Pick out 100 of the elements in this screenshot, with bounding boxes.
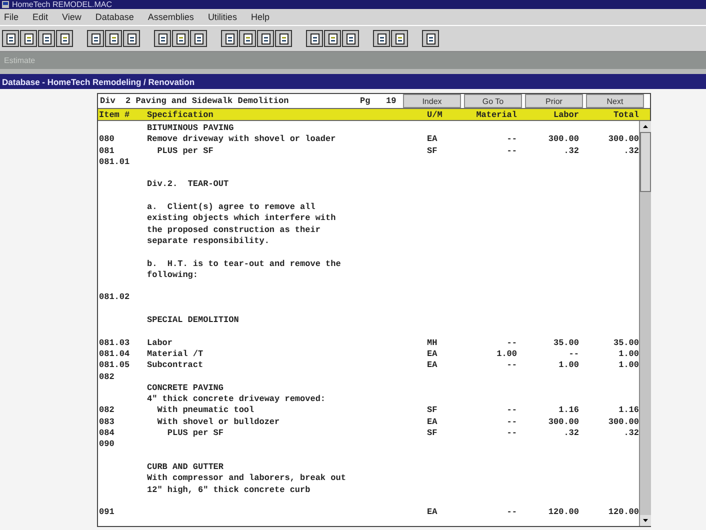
item-number: 090 [99, 439, 114, 450]
document-icon [308, 32, 320, 44]
specification-text: Material /T [147, 348, 204, 359]
material-cell: -- [506, 146, 517, 156]
labor-cell: 1.00 [558, 360, 579, 370]
toolbar-button[interactable] [306, 30, 323, 47]
item-number: 081.03 [99, 338, 130, 348]
document-icon [40, 32, 52, 44]
specification-text: the proposed construction as their [147, 224, 320, 235]
material-cell: -- [506, 134, 517, 144]
labor-cell: .32 [564, 146, 579, 156]
toolbar-button[interactable] [38, 30, 55, 47]
document-icon [156, 32, 168, 44]
toolbar-button[interactable] [373, 30, 390, 47]
nav-button[interactable]: Index [403, 94, 461, 108]
unit-cell: SF [427, 428, 438, 438]
unit-cell: EA [427, 416, 438, 427]
column-heading: Total [612, 110, 639, 120]
total-cell: 1.16 [618, 405, 639, 416]
material-cell: -- [506, 416, 517, 427]
specification-text: With pneumatic tool [156, 405, 254, 416]
specification-text: following: [147, 270, 198, 280]
app-icon [2, 1, 9, 8]
unit-cell: EA [427, 134, 438, 144]
item-number: 080 [99, 134, 114, 144]
toolbar-button[interactable] [87, 30, 104, 47]
menu-item[interactable]: Assemblies [148, 12, 194, 22]
column-heading: Labor [552, 110, 579, 120]
document-icon [424, 32, 436, 44]
labor-cell: 300.00 [548, 416, 579, 427]
estimate-label: Estimate [4, 56, 36, 65]
item-number: 081.02 [99, 292, 130, 302]
toolbar-button[interactable] [172, 30, 189, 47]
page-label: Pg [360, 96, 372, 106]
toolbar-button[interactable] [56, 30, 73, 47]
document-icon [126, 32, 138, 44]
item-number: 081 [99, 146, 114, 156]
material-cell: -- [506, 405, 517, 416]
labor-cell: 120.00 [548, 507, 579, 518]
toolbar-button[interactable] [154, 30, 171, 47]
toolbar-button[interactable] [221, 30, 238, 47]
toolbar-button[interactable] [123, 30, 140, 47]
toolbar-button[interactable] [275, 30, 292, 47]
menu-item[interactable]: Edit [32, 12, 48, 22]
column-heading: U/M [427, 110, 444, 120]
column-heading: Specification [147, 110, 214, 120]
toolbar-button[interactable] [20, 30, 37, 47]
toolbar-button[interactable] [342, 30, 359, 47]
total-cell: 300.00 [608, 134, 639, 144]
document-icon [344, 32, 356, 44]
item-number: 091 [99, 507, 114, 518]
material-cell: -- [506, 428, 517, 438]
scroll-down-icon[interactable] [640, 515, 651, 526]
toolbar-button[interactable] [257, 30, 274, 47]
menu-item[interactable]: File [4, 12, 19, 22]
document-icon [22, 32, 34, 44]
specification-text: separate responsibility. [147, 236, 270, 246]
column-heading: Material [475, 110, 517, 120]
nav-button[interactable]: Next [586, 94, 644, 108]
specification-text: 4" thick concrete driveway removed: [147, 394, 326, 404]
document-icon [192, 32, 204, 44]
specification-text: b. H.T. is to tear-out and remove the [147, 258, 341, 269]
document-icon [90, 32, 102, 44]
database-title: Database - HomeTech Remodeling / Renovation [2, 76, 195, 86]
unit-cell: MH [427, 338, 438, 348]
toolbar-button[interactable] [2, 30, 19, 47]
document-icon [108, 32, 120, 44]
toolbar-button[interactable] [422, 30, 439, 47]
toolbar-button[interactable] [324, 30, 341, 47]
unit-cell: SF [427, 146, 438, 156]
total-cell: 35.00 [613, 338, 639, 348]
total-cell: 300.00 [608, 416, 639, 427]
labor-cell: 1.16 [558, 405, 579, 416]
unit-cell: EA [427, 348, 438, 359]
toolbar-button[interactable] [239, 30, 256, 47]
specification-text: 12" high, 6" thick concrete curb [147, 484, 310, 494]
item-number: 084 [99, 428, 114, 438]
material-cell: 1.00 [496, 348, 517, 359]
nav-button[interactable]: Go To [464, 94, 522, 108]
toolbar-button[interactable] [105, 30, 122, 47]
specification-text: CONCRETE PAVING [147, 382, 224, 393]
menu-item[interactable]: View [62, 12, 82, 22]
nav-button[interactable]: Prior [525, 94, 583, 108]
menu-item[interactable]: Help [250, 12, 270, 22]
toolbar-button[interactable] [190, 30, 207, 47]
scroll-thumb[interactable] [640, 132, 651, 192]
specification-text: With shovel or bulldozer [156, 416, 280, 427]
menu-item[interactable]: Database [95, 12, 134, 22]
toolbar-button[interactable] [391, 30, 408, 47]
vertical-scrollbar[interactable] [639, 121, 651, 526]
menu-item[interactable]: Utilities [208, 12, 237, 22]
document-icon [278, 32, 290, 44]
item-number: 082 [99, 405, 114, 416]
specification-text: PLUS per SF [166, 428, 224, 438]
total-cell: .32 [624, 146, 639, 156]
total-cell: .32 [624, 428, 639, 438]
material-cell: -- [506, 360, 517, 370]
document-icon [326, 32, 338, 44]
scroll-up-icon[interactable] [640, 121, 651, 132]
specification-text: Remove driveway with shovel or loader [147, 134, 336, 144]
